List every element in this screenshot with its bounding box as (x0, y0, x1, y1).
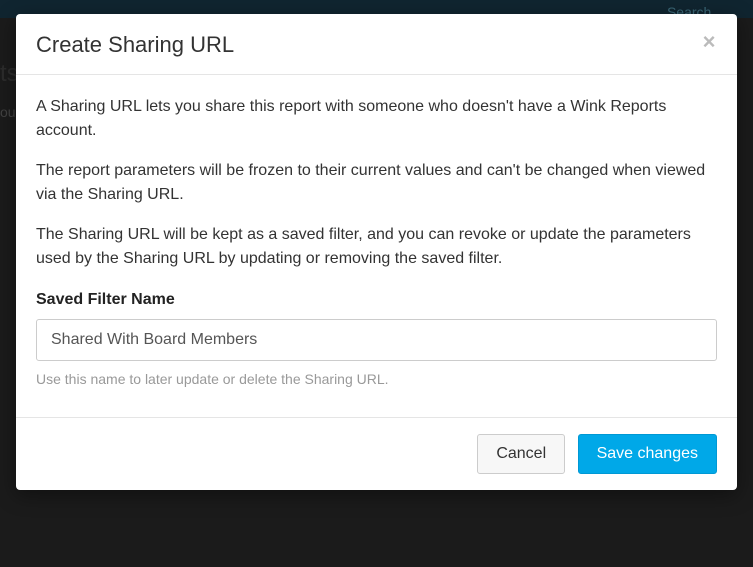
create-sharing-url-modal: Create Sharing URL × A Sharing URL lets … (16, 14, 737, 490)
description-paragraph-1: A Sharing URL lets you share this report… (36, 95, 717, 143)
close-icon[interactable]: × (699, 32, 719, 52)
description-paragraph-2: The report parameters will be frozen to … (36, 159, 717, 207)
saved-filter-name-help: Use this name to later update or delete … (36, 371, 717, 387)
modal-footer: Cancel Save changes (16, 417, 737, 490)
saved-filter-name-input[interactable] (36, 319, 717, 361)
modal-title: Create Sharing URL (36, 32, 717, 58)
description-paragraph-3: The Sharing URL will be kept as a saved … (36, 223, 717, 271)
save-changes-button[interactable]: Save changes (578, 434, 717, 474)
modal-header: Create Sharing URL × (16, 14, 737, 75)
modal-body: A Sharing URL lets you share this report… (16, 75, 737, 417)
saved-filter-name-label: Saved Filter Name (36, 291, 717, 309)
cancel-button[interactable]: Cancel (477, 434, 565, 474)
